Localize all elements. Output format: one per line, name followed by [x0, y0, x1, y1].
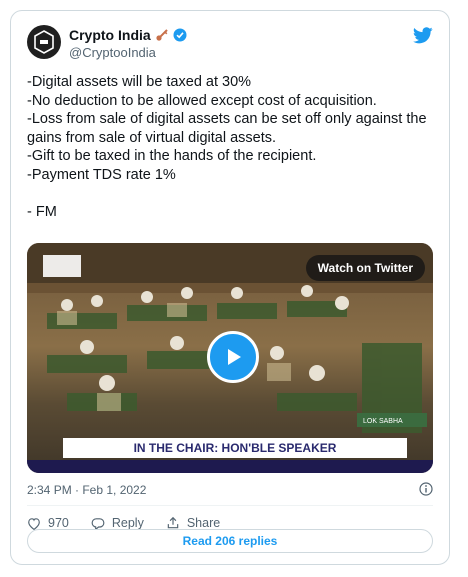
read-replies-button[interactable]: Read 206 replies [27, 529, 433, 553]
tweet-header: Crypto India @CryptooIndia [27, 25, 433, 65]
author-names: Crypto India @CryptooIndia [69, 26, 187, 61]
tweet-line: -Gift to be taxed in the hands of the re… [27, 148, 317, 164]
crypto-india-logo-icon [34, 30, 54, 54]
tweet-timestamp[interactable]: 2:34 PM · Feb 1, 2022 [27, 483, 146, 497]
divider [27, 505, 433, 506]
tweet-line: -Payment TDS rate 1% [27, 166, 176, 183]
reply-label: Reply [111, 516, 144, 530]
tweet-line: -Digital assets will be taxed at 30% [27, 74, 252, 90]
avatar[interactable] [27, 25, 61, 59]
tweet-card: Crypto India @CryptooIndia -Digital asse… [10, 10, 450, 565]
heart-icon [28, 517, 40, 530]
play-button[interactable] [207, 331, 259, 383]
video-media[interactable]: LOK SABHA Watch on Twitter IN THE CHAIR:… [27, 243, 433, 473]
play-icon [228, 349, 241, 365]
share-label: Share [186, 516, 221, 530]
reply-icon [91, 517, 105, 530]
video-banner: IN THE CHAIR: HON'BLE SPEAKER [63, 438, 407, 458]
tweet-line: -No deduction to be allowed except cost … [27, 92, 377, 109]
tweet-text: -Digital assets will be taxed at 30% -No… [27, 73, 437, 221]
verified-badge-icon [173, 28, 187, 42]
watch-on-twitter-button[interactable]: Watch on Twitter [305, 255, 425, 281]
info-icon[interactable] [419, 482, 433, 496]
tweet-line: -Loss from sale of digital assets can be… [27, 111, 427, 146]
key-emoji-icon [156, 29, 168, 41]
display-name[interactable]: Crypto India [69, 26, 151, 44]
news-ticker [27, 460, 433, 473]
share-icon [167, 516, 179, 529]
share-button[interactable]: Share [166, 516, 220, 530]
tweet-line: - FM [27, 203, 57, 220]
like-count: 970 [48, 516, 69, 530]
twitter-bird-icon[interactable] [413, 27, 433, 44]
handle[interactable]: @CryptooIndia [69, 44, 187, 61]
reply-button[interactable]: Reply [91, 516, 144, 530]
like-button[interactable]: 970 [27, 516, 69, 530]
corner-tag: LOK SABHA [363, 418, 403, 425]
